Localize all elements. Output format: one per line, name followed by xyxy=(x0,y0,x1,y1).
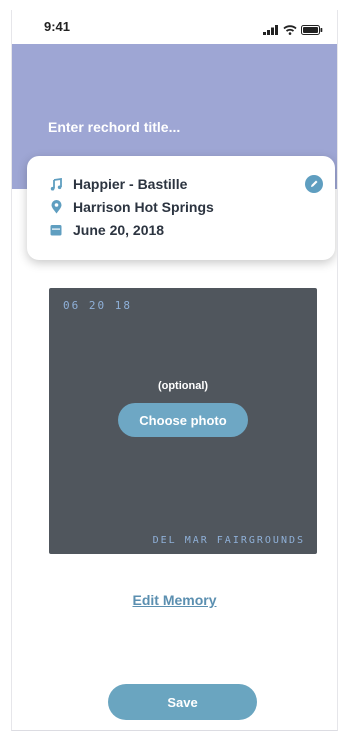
status-bar: 9:41 xyxy=(12,10,337,44)
photo-placeholder: 06 20 18 (optional) Choose photo DEL MAR… xyxy=(49,288,317,554)
choose-photo-button[interactable]: Choose photo xyxy=(118,403,248,437)
location-pin-icon xyxy=(49,200,63,214)
edit-details-button[interactable] xyxy=(305,175,323,193)
photo-venue-stamp: DEL MAR FAIRGROUNDS xyxy=(152,535,305,546)
save-button[interactable]: Save xyxy=(108,684,257,720)
title-input[interactable] xyxy=(48,116,298,138)
details-card: Happier - Bastille Harrison Hot Springs xyxy=(27,156,335,260)
song-title: Happier - Bastille xyxy=(73,176,188,192)
pencil-icon xyxy=(309,179,319,189)
photo-date-stamp: 06 20 18 xyxy=(63,299,132,312)
calendar-icon xyxy=(49,223,63,237)
status-time: 9:41 xyxy=(44,19,71,34)
location-name: Harrison Hot Springs xyxy=(73,199,214,215)
song-row: Happier - Bastille xyxy=(49,176,187,192)
optional-label: (optional) xyxy=(157,380,209,392)
phone-screen: 9:41 Enter rechord title... Happier - Ba… xyxy=(11,10,338,731)
wifi-icon xyxy=(283,22,297,40)
date-row: June 20, 2018 xyxy=(49,222,164,238)
memory-date: June 20, 2018 xyxy=(73,222,165,238)
status-icons xyxy=(263,22,323,40)
signal-icon xyxy=(263,22,279,40)
app-frame: 9:41 Enter rechord title... Happier - Ba… xyxy=(0,0,345,736)
battery-icon xyxy=(301,22,323,40)
music-note-icon xyxy=(49,177,63,191)
edit-memory-link[interactable]: Edit Memory xyxy=(12,592,337,608)
location-row: Harrison Hot Springs xyxy=(49,199,214,215)
